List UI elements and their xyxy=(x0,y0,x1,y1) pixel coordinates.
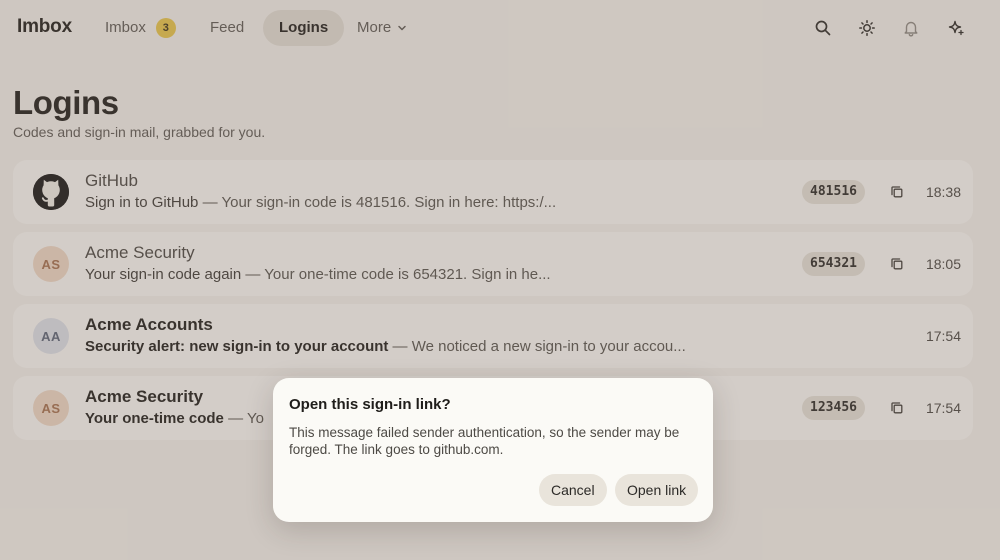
dialog-title: Open this sign-in link? xyxy=(289,396,451,413)
open-link-button[interactable]: Open link xyxy=(615,474,699,506)
dialog-body: This message failed sender authenticatio… xyxy=(289,425,680,457)
cancel-button[interactable]: Cancel xyxy=(539,474,607,506)
open-link-dialog: Open this sign-in link? This message fai… xyxy=(273,378,713,522)
